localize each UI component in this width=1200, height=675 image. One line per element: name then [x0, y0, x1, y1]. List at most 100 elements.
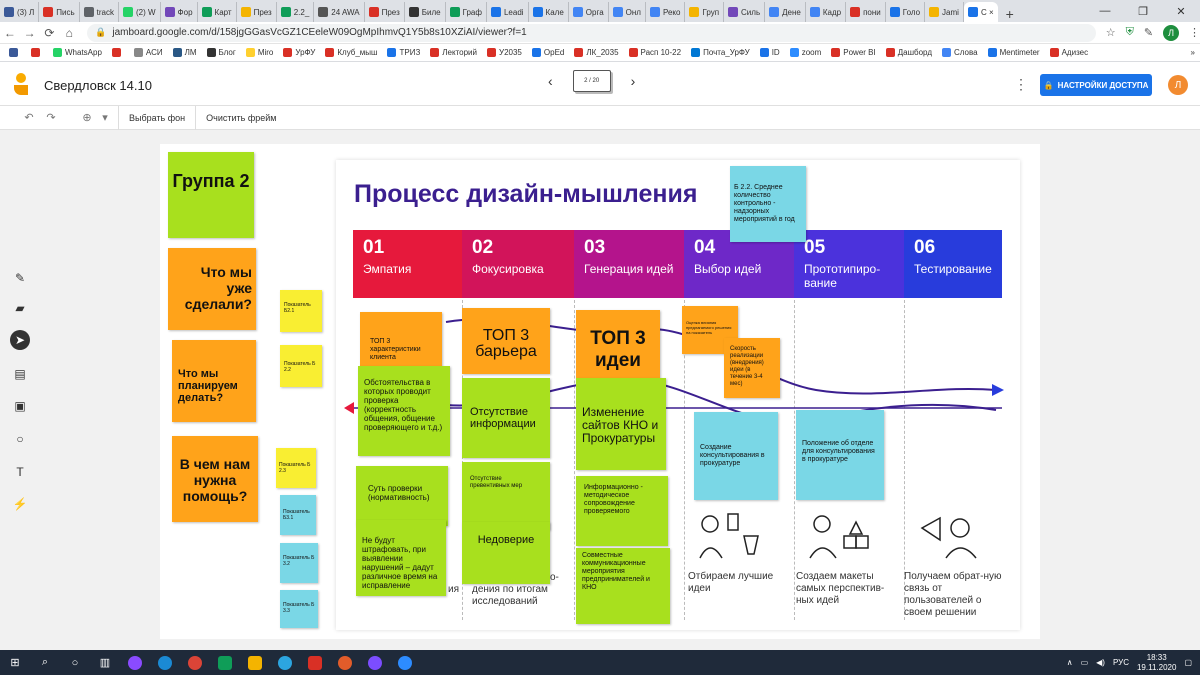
sticky-joint-events[interactable]: Совместные коммуникационные мероприятия …	[576, 548, 670, 624]
browser-tab[interactable]: Груп	[685, 2, 725, 22]
star-icon[interactable]: ☆	[1106, 26, 1116, 39]
bookmark-item[interactable]: АСИ	[129, 48, 168, 57]
sticky-speed[interactable]: Скорость реализации (внедрения) идеи (в …	[724, 338, 780, 398]
sticky-dept-regulation[interactable]: Положение об отделе для консультирования…	[796, 410, 884, 500]
shield-icon[interactable]: ⛨	[1126, 26, 1134, 39]
browser-tab[interactable]: Реко	[646, 2, 686, 22]
sticky-indicator[interactable]: Показатель Б3.1	[280, 495, 316, 535]
browser-tab[interactable]: track	[80, 2, 119, 22]
bookmarks-overflow-button[interactable]: »	[1186, 48, 1200, 57]
undo-icon[interactable]: ↶	[18, 111, 40, 124]
zoom-caret-icon[interactable]: ▾	[98, 111, 112, 124]
edge-icon[interactable]	[150, 650, 180, 675]
bookmark-item[interactable]: Блог	[202, 48, 241, 57]
browser-tab[interactable]: Jami	[925, 2, 964, 22]
browser-tab[interactable]: Дене	[765, 2, 806, 22]
sticky-indicator[interactable]: Показатель Б 2.2	[280, 345, 322, 387]
bookmark-item[interactable]: ЛК_2035	[569, 48, 623, 57]
bookmark-item[interactable]: У2035	[482, 48, 527, 57]
sticky-essence[interactable]: Суть проверки (нормативность)	[356, 466, 448, 526]
sticky-top-metric[interactable]: Б 2.2. Среднее количество контрольно - н…	[730, 166, 806, 242]
bookmark-item[interactable]: WhatsApp	[48, 48, 107, 57]
sticky-top3-ideas[interactable]: ТОП 3 идеи	[576, 310, 660, 382]
maximize-button[interactable]: ❐	[1124, 5, 1162, 18]
image-icon[interactable]: ▣	[10, 396, 30, 416]
jam-title[interactable]: Свердловск 14.10	[44, 78, 152, 93]
browser-tab[interactable]: През	[237, 2, 277, 22]
language-indicator[interactable]: РУС	[1113, 658, 1129, 667]
bookmark-item[interactable]	[26, 48, 48, 57]
next-frame-icon[interactable]: ›	[631, 73, 636, 89]
reload-icon[interactable]: ⟳	[40, 26, 60, 40]
bookmark-item[interactable]: ТРИЗ	[382, 48, 425, 57]
telegram-icon[interactable]	[270, 650, 300, 675]
text-box-icon[interactable]: T	[10, 462, 30, 482]
close-window-button[interactable]: ✕	[1162, 5, 1200, 18]
browser-tab[interactable]: 2.2_	[277, 2, 315, 22]
browser-tab[interactable]: Силь	[724, 2, 766, 22]
user-avatar[interactable]: Л	[1168, 75, 1188, 95]
sticky-no-fine[interactable]: Не будут штрафовать, при выявлении наруш…	[356, 520, 446, 596]
bookmark-item[interactable]: zoom	[785, 48, 827, 57]
sticky-indicator[interactable]: Показатель Б 3.3	[280, 590, 318, 628]
zoom-app-icon[interactable]	[390, 650, 420, 675]
bookmark-item[interactable]: Дашборд	[881, 48, 937, 57]
zoom-icon[interactable]: ⊕	[76, 111, 98, 124]
browser-tab[interactable]: (2) W	[119, 2, 161, 22]
sticky-group[interactable]: Группа 2	[168, 152, 254, 238]
flame-icon[interactable]	[330, 650, 360, 675]
sticky-consulting[interactable]: Создание консультирования в прокуратуре	[694, 412, 778, 500]
sticky-distrust[interactable]: Недоверие	[462, 522, 550, 584]
sticky-circumstances[interactable]: Обстоятельства в которых проводит провер…	[358, 366, 450, 456]
slides-icon[interactable]	[240, 650, 270, 675]
browser-tab[interactable]: През	[365, 2, 405, 22]
sticky-question-plan[interactable]: Что мы планируем делать?	[172, 340, 256, 422]
bookmark-item[interactable]: Почта_УрФУ	[686, 48, 755, 57]
forward-icon[interactable]: →	[20, 26, 40, 40]
laser-icon[interactable]: ⚡	[10, 494, 30, 514]
volume-icon[interactable]: ◀)	[1096, 658, 1105, 667]
bookmark-item[interactable]: Расп 10-22	[624, 48, 687, 57]
browser-tab[interactable]: (3) Л	[0, 2, 40, 22]
clear-frame-button[interactable]: Очистить фрейм	[195, 105, 286, 130]
sticky-indicator[interactable]: Показатель Б 2.3	[276, 448, 316, 488]
bookmark-item[interactable]: Mentimeter	[983, 48, 1045, 57]
menu-icon[interactable]: ⋮	[1189, 26, 1200, 39]
bookmark-item[interactable]: Power BI	[826, 48, 880, 57]
set-background-button[interactable]: Выбрать фон	[118, 105, 195, 130]
sticky-indicator[interactable]: Показатель Б 3.2	[280, 543, 318, 583]
minimize-button[interactable]: —	[1086, 5, 1124, 17]
task-view-icon[interactable]: ▥	[90, 650, 120, 675]
clock[interactable]: 18:33 19.11.2020	[1137, 653, 1176, 673]
browser-tab[interactable]: Кале	[529, 2, 569, 22]
bookmark-item[interactable]: ЛМ	[168, 48, 202, 57]
browser-tab[interactable]: Карт	[198, 2, 237, 22]
browser-tab[interactable]: Голо	[886, 2, 926, 22]
drop-icon[interactable]	[360, 650, 390, 675]
sticky-question-done[interactable]: Что мы уже сделали?	[168, 248, 256, 330]
bookmark-item[interactable]: ID	[755, 48, 785, 57]
redo-icon[interactable]: ↷	[40, 111, 62, 124]
browser-tab[interactable]: Кадр	[806, 2, 847, 22]
cortana-icon[interactable]: ○	[60, 650, 90, 675]
share-button[interactable]: 🔒 НАСТРОЙКИ ДОСТУПА	[1040, 74, 1152, 96]
sticky-note-icon[interactable]: ▤	[10, 364, 30, 384]
sticky-top3-characteristics[interactable]: ТОП 3 характеристики клиента	[360, 312, 442, 368]
sheets-icon[interactable]	[210, 650, 240, 675]
browser-tab[interactable]: Онл	[609, 2, 646, 22]
notifications-icon[interactable]: ▢	[1184, 658, 1192, 667]
yandex-icon[interactable]	[300, 650, 330, 675]
browser-tab[interactable]: Орга	[569, 2, 609, 22]
bookmark-item[interactable]: Адизес	[1045, 48, 1094, 57]
url-field[interactable]: 🔒 jamboard.google.com/d/158jgGGasVcGZ1CE…	[87, 23, 1096, 42]
bookmark-item[interactable]: УрФУ	[278, 48, 320, 57]
browser-tab[interactable]: Пись	[39, 2, 80, 22]
search-icon[interactable]: ⌕	[30, 650, 60, 675]
sticky-info-support[interactable]: Информационно - методическое сопровожден…	[576, 476, 668, 546]
network-icon[interactable]: ▭	[1081, 658, 1089, 667]
profile-avatar[interactable]: Л	[1163, 24, 1180, 41]
sticky-indicator[interactable]: Показатель Б2.1	[280, 290, 322, 332]
eraser-icon[interactable]: ▰	[10, 298, 30, 318]
browser-tab[interactable]: 24 AWA	[314, 2, 365, 22]
sticky-question-help[interactable]: В чем нам нужна помощь?	[172, 436, 258, 522]
